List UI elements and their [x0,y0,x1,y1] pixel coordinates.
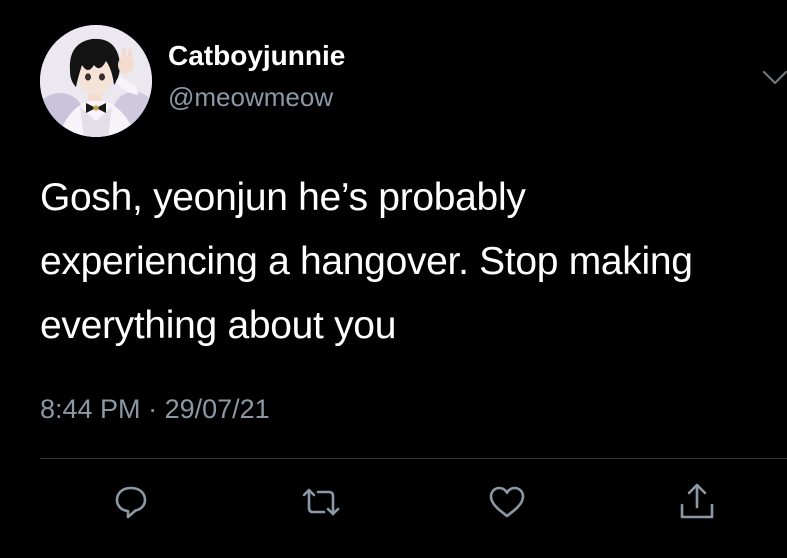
share-icon [680,483,714,519]
author-handle[interactable]: @meowmeow [168,82,333,113]
avatar[interactable] [40,25,152,137]
timestamp-separator: · [148,394,158,424]
tweet-text-line: Gosh, yeonjun he’s probably [40,176,526,219]
tweet-text-line: experiencing a hangover. Stop making [40,240,693,283]
like-button[interactable] [486,481,528,523]
retweet-button[interactable] [300,481,342,523]
divider [40,458,787,459]
heart-icon [489,486,525,518]
tweet-card: Catboyjunnie @meowmeow Gosh, yeonjun he’… [0,0,787,558]
reply-icon [115,486,147,519]
tweet-time: 8:44 PM [40,394,141,424]
tweet-timestamp[interactable]: 8:44 PM · 29/07/21 [40,394,270,425]
avatar-image [40,25,152,137]
tweet-text: Gosh, yeonjun he’s probably experiencing… [40,166,785,358]
tweet-menu-button[interactable] [752,62,787,92]
share-button[interactable] [676,481,718,523]
reply-button[interactable] [110,481,152,523]
chevron-down-icon [762,70,787,85]
retweet-icon [302,488,340,516]
tweet-text-line: everything about you [40,304,397,347]
author-name[interactable]: Catboyjunnie [168,40,345,72]
tweet-date: 29/07/21 [164,394,270,424]
